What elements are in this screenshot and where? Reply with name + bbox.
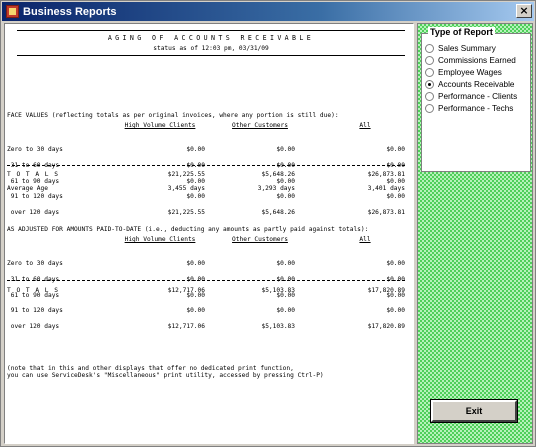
radio-performance-techs[interactable]: Performance - Techs [425,104,513,113]
face-all-values: $0.00 $0.00 $0.00 $0.00 $26,873.81 [335,137,405,225]
cell-value: $17,820.89 [367,322,405,330]
report-type-group-title: Type of Report [428,27,495,37]
face-row-labels: Zero to 30 days 31 to 60 days 61 to 90 d… [7,137,63,225]
adjusted-all-values: $0.00 $0.00 $0.00 $0.00 $17,820.89 [335,251,405,339]
avg-age-high-volume: 3,455 days [167,185,205,192]
adjusted-total-all: $17,820.89 [367,287,405,294]
header-rule [17,55,405,56]
radio-button-icon[interactable] [425,56,434,65]
radio-label: Sales Summary [438,44,496,53]
adjusted-high-volume-values: $0.00 $0.00 $0.00 $0.00 $12,717.06 [135,251,205,339]
cell-value: $0.00 [386,177,405,185]
top-rule [17,30,405,31]
radio-button-icon[interactable] [425,92,434,101]
face-totals-label: T O T A L S [7,171,59,178]
radio-label: Accounts Receivable [438,80,515,89]
row-label: 61 to 90 days [7,177,60,185]
face-total-high-volume: $21,225.55 [167,171,205,178]
cell-value: $0.00 [186,307,205,315]
cell-value: $0.00 [386,260,405,268]
report-display[interactable]: AGING OF ACCOUNTS RECEIVABLE status as o… [4,23,414,444]
close-button[interactable]: × [516,4,532,18]
adjusted-total-other: $5,103.83 [261,287,295,294]
col-high-volume: High Volume Clients [124,236,196,243]
cell-value: $5,648.26 [261,208,295,216]
radio-employee-wages[interactable]: Employee Wages [425,68,502,77]
adjusted-other-values: $0.00 $0.00 $0.00 $0.00 $5,103.83 [225,251,295,339]
row-label: Zero to 30 days [7,146,63,154]
cell-value: $5,103.83 [261,322,295,330]
row-label: over 120 days [7,322,60,330]
avg-age-other: 3,293 days [257,185,295,192]
radio-label: Performance - Clients [438,92,518,101]
face-values-heading: FACE VALUES (reflecting totals as per or… [7,112,339,119]
face-high-volume-values: $0.00 $0.00 $0.00 $0.00 $21,225.55 [135,137,205,225]
adjusted-totals-label: T O T A L S [7,287,59,294]
cell-value: $0.00 [276,193,295,201]
radio-button-icon[interactable] [425,104,434,113]
col-all: All [359,122,371,129]
business-reports-window: Business Reports × AGING OF ACCOUNTS REC… [0,0,536,447]
cell-value: $0.00 [276,307,295,315]
adjusted-total-high-volume: $12,717.06 [167,287,205,294]
cell-value: $0.00 [186,177,205,185]
avg-age-all: 3,401 days [367,185,405,192]
cell-value: $26,873.81 [367,208,405,216]
radio-button-icon[interactable] [425,68,434,77]
col-all: All [359,236,371,243]
cell-value: $12,717.06 [167,322,205,330]
exit-button[interactable]: Exit [430,399,518,423]
report-title: AGING OF ACCOUNTS RECEIVABLE [107,34,315,42]
print-note-line1: (note that in this and other displays th… [7,365,294,372]
report-status: status as of 12:03 pm, 03/31/09 [153,45,269,52]
adjusted-heading: AS ADJUSTED FOR AMOUNTS PAID-TO-DATE (i.… [7,226,369,233]
title-bar[interactable]: Business Reports × [2,2,534,21]
print-note-line2: you can use ServiceDesk's "Miscellaneous… [7,372,324,379]
col-other: Other Customers [232,236,288,243]
radio-button-selected-icon[interactable] [425,80,434,89]
col-high-volume: High Volume Clients [124,122,196,129]
cell-value: $0.00 [186,146,205,154]
cell-value: $21,225.55 [167,208,205,216]
adjusted-row-labels: Zero to 30 days 31 to 60 days 61 to 90 d… [7,251,63,339]
cell-value: $0.00 [386,307,405,315]
side-panel: Type of Report Sales Summary Commissions… [417,23,533,444]
col-other: Other Customers [232,122,288,129]
window-title: Business Reports [23,5,117,18]
radio-performance-clients[interactable]: Performance - Clients [425,92,517,101]
app-icon [6,5,19,18]
radio-sales-summary[interactable]: Sales Summary [425,44,496,53]
radio-label: Performance - Techs [438,104,514,113]
cell-value: $0.00 [186,193,205,201]
row-label: over 120 days [7,208,60,216]
cell-value: $0.00 [386,193,405,201]
face-total-other: $5,648.26 [261,171,295,178]
radio-label: Employee Wages [438,68,502,77]
avg-age-label: Average Age [7,185,48,192]
radio-commissions-earned[interactable]: Commissions Earned [425,56,516,65]
cell-value: $0.00 [276,260,295,268]
face-other-values: $0.00 $0.00 $0.00 $0.00 $5,648.26 [225,137,295,225]
face-totals-rule [7,165,405,166]
adjusted-totals-rule [7,280,405,281]
radio-button-icon[interactable] [425,44,434,53]
face-total-all: $26,873.81 [367,171,405,178]
row-label: 91 to 120 days [7,193,63,201]
cell-value: $0.00 [386,146,405,154]
radio-accounts-receivable[interactable]: Accounts Receivable [425,80,514,89]
report-type-group: Type of Report Sales Summary Commissions… [421,27,531,172]
radio-label: Commissions Earned [438,56,516,65]
row-label: 91 to 120 days [7,307,63,315]
cell-value: $0.00 [186,260,205,268]
cell-value: $0.00 [276,146,295,154]
cell-value: $0.00 [276,177,295,185]
row-label: Zero to 30 days [7,260,63,268]
